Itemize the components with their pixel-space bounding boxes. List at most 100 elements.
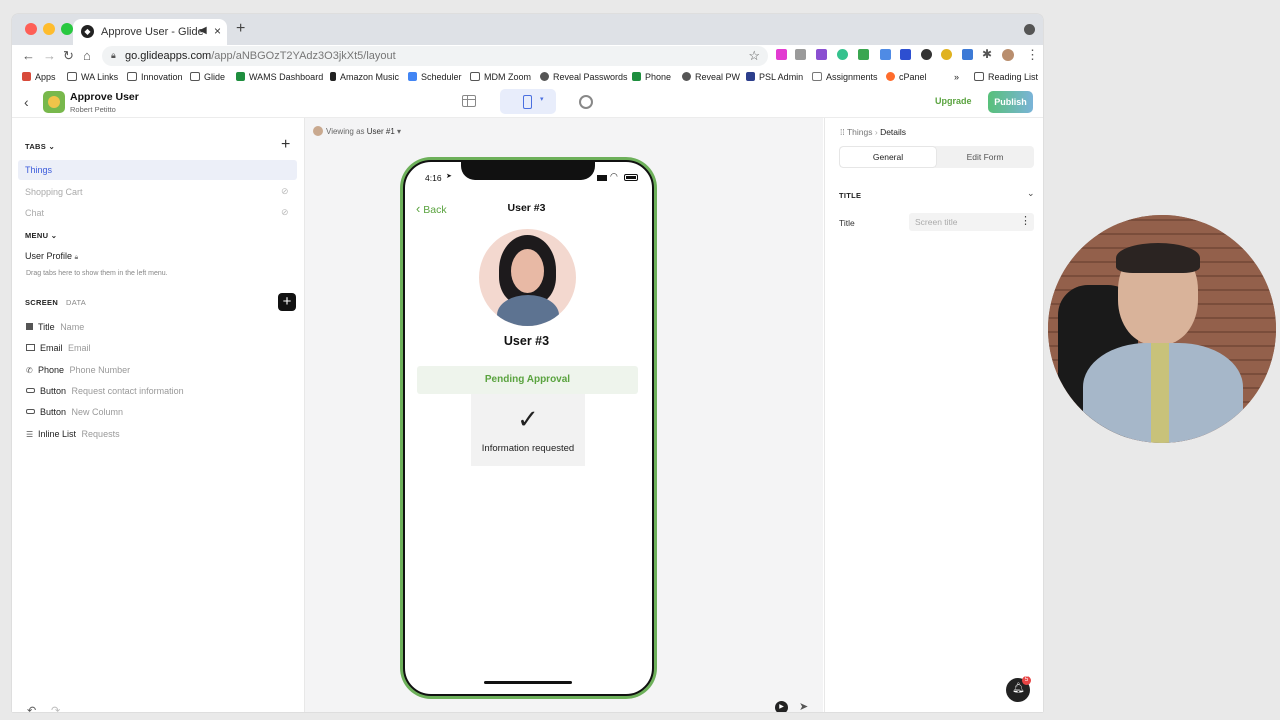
speaker-icon[interactable]: ◀	[199, 25, 207, 36]
bookmark-wa-links[interactable]: WA Links	[67, 72, 118, 82]
app-name: Approve User	[70, 91, 139, 103]
extension-icon[interactable]	[795, 49, 806, 60]
settings-gear-icon[interactable]	[579, 95, 593, 109]
breadcrumb-parent[interactable]: Things	[847, 127, 873, 137]
back-chevron-icon[interactable]: ‹	[24, 94, 29, 110]
upgrade-button[interactable]: Upgrade	[935, 96, 972, 106]
status-time: 4:16	[425, 173, 442, 183]
publish-button[interactable]: Publish	[988, 91, 1033, 113]
chevron-down-icon[interactable]: ⌄	[1027, 188, 1035, 199]
extension-icon[interactable]	[880, 49, 891, 60]
add-component-button[interactable]: +	[278, 293, 296, 311]
bookmark-mdm-zoom[interactable]: MDM Zoom	[470, 72, 531, 82]
psl-icon	[746, 72, 755, 81]
extension-icon[interactable]	[941, 49, 952, 60]
reload-icon[interactable]: ↻	[63, 48, 74, 64]
address-bar[interactable]: 🔒︎ go.glideapps.com/app/aNBGOzT2YAdz3O3j…	[102, 46, 768, 66]
component-button-request[interactable]: Button Request contact information	[26, 386, 184, 396]
data-tab[interactable]: DATA	[66, 298, 86, 307]
bookmark-wams-dashboard[interactable]: WAMS Dashboard	[236, 72, 323, 82]
extension-icon[interactable]	[816, 49, 827, 60]
preview-play-button[interactable]: ▶	[775, 701, 788, 712]
bookmark-psl-admin[interactable]: PSL Admin	[746, 72, 803, 82]
phone-preview: 4:16 ➤ ◠ ‹ Back User #3 User #3 Pending …	[403, 160, 654, 696]
button-component-icon	[26, 409, 35, 414]
extension-icon[interactable]	[858, 49, 869, 60]
close-window-button[interactable]	[25, 23, 37, 35]
extension-icon[interactable]	[837, 49, 848, 60]
profile-avatar-icon[interactable]	[1002, 49, 1014, 61]
sheets-icon	[632, 72, 641, 81]
viewing-as-selector[interactable]: Viewing as User #1 ▾	[313, 126, 401, 136]
bookmark-innovation[interactable]: Innovation	[127, 72, 183, 82]
extension-icon[interactable]	[900, 49, 911, 60]
layout-editor-button[interactable]: ▾	[500, 89, 556, 114]
browser-tab[interactable]: ◆ Approve User - Glide ◀ ×	[73, 19, 227, 45]
more-bookmarks-button[interactable]: »	[954, 72, 959, 82]
bookmark-phone[interactable]: Phone	[632, 72, 671, 82]
tabs-section-header[interactable]: TABS ⌄	[25, 142, 55, 151]
bookmark-reveal-pw[interactable]: Reveal PW	[682, 72, 740, 82]
url-host: go.glideapps.com	[125, 50, 212, 62]
layout-canvas: Viewing as User #1 ▾ 4:16 ➤ ◠ ‹ Back Use…	[305, 118, 823, 712]
add-tab-button[interactable]: +	[281, 136, 290, 154]
breadcrumb: ⁞⁞ Things › Details	[840, 127, 907, 137]
tab-search-icon[interactable]	[1024, 24, 1035, 35]
dark-mode-icon[interactable]	[921, 49, 932, 60]
tab-item-shopping-cart[interactable]: Shopping Cart	[25, 187, 83, 197]
screen-tab[interactable]: SCREEN	[25, 298, 58, 307]
bell-icon: 🔔︎	[1012, 683, 1025, 694]
bookmark-star-icon[interactable]: ☆	[748, 48, 760, 64]
menu-item-user-profile[interactable]: User Profile 🔒︎	[25, 251, 78, 262]
browser-menu-icon[interactable]: ⋮	[1026, 47, 1039, 63]
bookmark-amazon-music[interactable]: Amazon Music	[330, 72, 399, 82]
info-requested-card[interactable]: ✓ Information requested	[471, 394, 585, 466]
new-tab-button[interactable]: +	[236, 20, 245, 38]
sheets-icon	[236, 72, 245, 81]
reading-list[interactable]: Reading List	[974, 72, 1038, 82]
bookmark-cpanel[interactable]: cPanel	[886, 72, 927, 82]
location-arrow-icon: ➤	[446, 173, 452, 180]
home-icon[interactable]: ⌂	[83, 48, 91, 63]
grid-icon: ⁞⁞	[840, 127, 845, 137]
component-title[interactable]: Title Name	[26, 322, 84, 332]
tab-item-things[interactable]: Things	[18, 160, 297, 180]
forward-arrow-icon[interactable]: →	[43, 48, 56, 63]
bookmark-reveal-passwords[interactable]: Reveal Passwords	[540, 72, 628, 82]
menu-section-header[interactable]: MENU ⌄	[25, 231, 57, 240]
component-email[interactable]: Email Email	[26, 343, 91, 353]
close-tab-icon[interactable]: ×	[214, 24, 221, 38]
minimize-window-button[interactable]	[43, 23, 55, 35]
data-editor-button[interactable]	[462, 95, 476, 107]
bookmark-assignments[interactable]: Assignments	[812, 72, 878, 82]
bookmark-apps[interactable]: Apps	[22, 72, 56, 82]
tab-general[interactable]: General	[840, 147, 936, 167]
reading-list-icon	[974, 72, 984, 81]
pointer-tool-icon[interactable]: ➤	[799, 700, 808, 712]
tab-edit-form[interactable]: Edit Form	[937, 147, 1033, 167]
puzzle-icon[interactable]: ✱	[982, 47, 992, 61]
phone-icon	[523, 95, 532, 109]
component-button-new-column[interactable]: Button New Column	[26, 407, 123, 417]
chevron-down-icon: ▾	[397, 127, 402, 136]
redo-icon[interactable]: ↷	[51, 704, 60, 712]
component-phone[interactable]: ✆ Phone Phone Number	[26, 365, 130, 375]
tab-item-chat[interactable]: Chat	[25, 208, 44, 218]
extension-icon[interactable]	[962, 49, 973, 60]
maximize-window-button[interactable]	[61, 23, 73, 35]
more-options-icon[interactable]: ⋮	[1020, 214, 1031, 227]
undo-icon[interactable]: ↶	[27, 704, 36, 712]
back-arrow-icon[interactable]: ←	[22, 48, 35, 63]
component-inline-list[interactable]: ☰ Inline List Requests	[26, 429, 120, 439]
bookmark-glide[interactable]: Glide	[190, 72, 225, 82]
extension-icon[interactable]	[776, 49, 787, 60]
screen-title-input[interactable]: Screen title ⋮	[909, 213, 1034, 231]
bookmark-scheduler[interactable]: Scheduler	[408, 72, 462, 82]
apps-grid-icon	[22, 72, 31, 81]
title-section-header[interactable]: TITLE	[839, 191, 861, 200]
url-path: /app/aNBGOzT2YAdz3O3jkXt5/layout	[211, 50, 396, 62]
notifications-button[interactable]: 🔔︎ 5	[1006, 676, 1031, 702]
tab-strip: ◆ Approve User - Glide ◀ × +	[12, 14, 1043, 45]
hidden-eye-icon[interactable]: ⊘	[281, 207, 289, 218]
hidden-eye-icon[interactable]: ⊘	[281, 186, 289, 197]
